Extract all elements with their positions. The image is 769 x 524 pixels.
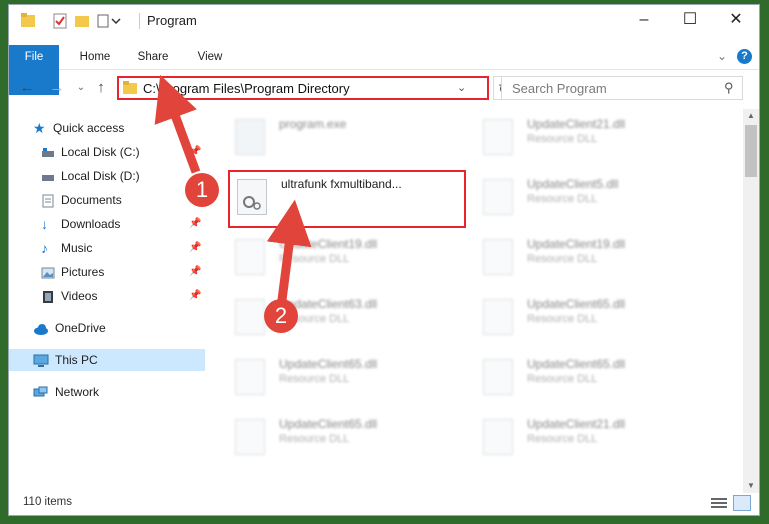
gear-file-icon (483, 359, 513, 395)
file-tile[interactable]: UpdateClient63.dll Resource DLL (227, 291, 465, 341)
folder-icon (21, 13, 35, 29)
window-title: Program (147, 13, 197, 28)
scroll-down-icon[interactable]: ▼ (747, 481, 755, 490)
pin-icon[interactable]: 📌 (189, 237, 201, 259)
title-bar: Program – ☐ ✕ (9, 5, 759, 37)
tab-view[interactable]: View (187, 45, 233, 69)
gear-file-icon (235, 359, 265, 395)
close-icon[interactable]: ✕ (713, 5, 759, 35)
application-icon (235, 119, 265, 155)
network-icon (33, 385, 48, 399)
expand-ribbon-icon[interactable]: ⌄ (717, 49, 727, 63)
sidebar-item-network[interactable]: Network (9, 381, 205, 403)
music-icon: ♪ (41, 240, 48, 256)
search-icon[interactable]: ⚲ (724, 80, 734, 96)
sidebar-item-quick-access[interactable]: ★ Quick access (9, 117, 205, 139)
file-tile[interactable]: UpdateClient5.dll Resource DLL (475, 171, 713, 221)
file-tile[interactable]: UpdateClient65.dll Resource DLL (227, 411, 465, 461)
forward-icon[interactable]: → (47, 77, 67, 99)
gear-file-icon (483, 239, 513, 275)
help-icon[interactable]: ? (737, 49, 752, 64)
title-separator (139, 13, 140, 29)
navigation-bar: ← → ⌄ ↑ C:\Program Files\Program Directo… (9, 71, 759, 105)
ribbon: File Home Share View ⌄ ? (9, 45, 759, 95)
file-tile[interactable]: program.exe (227, 111, 465, 161)
sidebar-item-onedrive[interactable]: OneDrive (9, 317, 205, 339)
cloud-icon (33, 321, 48, 335)
downloads-icon: ↓ (41, 216, 48, 232)
file-tile[interactable]: UpdateClient65.dll Resource DLL (475, 291, 713, 341)
tab-share[interactable]: Share (127, 45, 179, 69)
item-count: 110 items (23, 496, 73, 508)
explorer-window: Program – ☐ ✕ File Home Share View ⌄ ? ←… (8, 4, 760, 516)
file-tile[interactable]: UpdateClient21.dll Resource DLL (475, 111, 713, 161)
minimize-icon[interactable]: – (621, 5, 667, 35)
gear-file-icon (483, 299, 513, 335)
large-icons-view-icon[interactable] (733, 495, 751, 511)
file-tile[interactable]: UpdateClient19.dll Resource DLL (227, 231, 465, 281)
properties-icon[interactable] (53, 13, 67, 29)
back-icon[interactable]: ← (17, 77, 37, 99)
gear-file-icon (235, 419, 265, 455)
documents-icon (41, 193, 55, 208)
pictures-icon (41, 265, 55, 279)
gear-file-icon (235, 299, 265, 335)
scroll-up-icon[interactable]: ▲ (747, 111, 755, 120)
file-tile[interactable]: UpdateClient65.dll Resource DLL (227, 351, 465, 401)
highlight-box (228, 170, 466, 228)
sidebar-item-documents[interactable]: Documents (9, 189, 205, 211)
pin-icon[interactable]: 📌 (189, 261, 201, 283)
up-icon[interactable]: ↑ (91, 77, 111, 99)
folder-icon (123, 81, 137, 98)
recent-locations-icon[interactable]: ⌄ (71, 77, 91, 99)
step-1-badge: 1 (185, 173, 219, 207)
computer-icon (33, 353, 49, 367)
customize-toolbar-icon[interactable] (97, 13, 123, 29)
sidebar-item-local-disk-c[interactable]: Local Disk (C:) 📌 (9, 141, 205, 163)
pin-icon[interactable]: 📌 (189, 285, 201, 307)
gear-file-icon (483, 119, 513, 155)
details-view-icon[interactable] (711, 497, 727, 512)
pin-icon[interactable]: 📌 (189, 141, 201, 163)
file-tile[interactable]: UpdateClient19.dll Resource DLL (475, 231, 713, 281)
sidebar-item-downloads[interactable]: ↓ Downloads 📌 (9, 213, 205, 235)
sidebar-item-videos[interactable]: Videos 📌 (9, 285, 205, 307)
address-path: C:\Program Files\Program Directory (143, 81, 350, 96)
drive-icon (41, 169, 55, 183)
videos-icon (41, 289, 55, 303)
new-folder-icon[interactable] (75, 13, 89, 29)
sidebar-item-this-pc[interactable]: This PC (9, 349, 205, 371)
maximize-icon[interactable]: ☐ (667, 5, 713, 35)
gear-file-icon (235, 239, 265, 275)
gear-file-icon (483, 419, 513, 455)
vertical-scrollbar[interactable]: ▲ ▼ (743, 109, 759, 493)
file-tile[interactable]: UpdateClient65.dll Resource DLL (475, 351, 713, 401)
scroll-thumb[interactable] (745, 125, 757, 177)
navigation-pane: ★ Quick access Local Disk (C:) 📌 Local D… (9, 109, 205, 493)
sidebar-item-music[interactable]: ♪ Music 📌 (9, 237, 205, 259)
drive-icon (41, 145, 55, 159)
gear-file-icon (483, 179, 513, 215)
pin-icon[interactable]: 📌 (189, 213, 201, 235)
file-tile[interactable]: UpdateClient21.dll Resource DLL (475, 411, 713, 461)
address-bar[interactable]: C:\Program Files\Program Directory ⌄ (117, 76, 489, 100)
star-icon: ★ (33, 120, 46, 136)
tab-home[interactable]: Home (71, 45, 119, 69)
search-input[interactable]: Search Program ⚲ (501, 76, 743, 100)
sidebar-item-local-disk-d[interactable]: Local Disk (D:) (9, 165, 205, 187)
step-2-badge: 2 (264, 299, 298, 333)
sidebar-item-pictures[interactable]: Pictures 📌 (9, 261, 205, 283)
address-dropdown-icon[interactable]: ⌄ (457, 81, 466, 94)
search-placeholder: Search Program (512, 81, 607, 96)
